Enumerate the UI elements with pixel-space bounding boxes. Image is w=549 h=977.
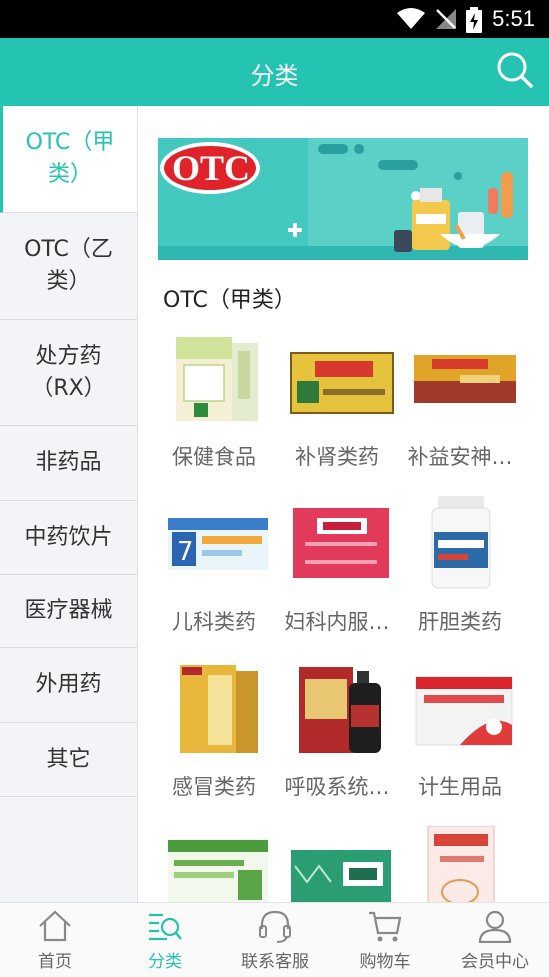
sidebar-item-label: OTC（乙类）: [24, 237, 113, 294]
nav-label: 会员中心: [461, 952, 529, 972]
status-time: 5:51: [492, 6, 535, 31]
section-title: OTC（甲类）: [163, 288, 296, 313]
sidebar-item-label: 外用药: [35, 672, 102, 697]
sidebar-item-label: 医疗器械: [24, 598, 113, 623]
product-thumbnail: [431, 496, 491, 589]
category-label: 肝胆类药: [418, 610, 502, 634]
category-sidebar: OTC（甲类） OTC（乙类） 处方药（RX） 非药品 中药饮片 医疗器械 外用…: [0, 106, 138, 902]
sidebar-item-label: OTC（甲类）: [25, 130, 115, 187]
product-thumbnail: [168, 840, 268, 902]
page-title: 分类: [250, 62, 299, 90]
nav-label: 分类: [148, 952, 182, 972]
category-label: 妇科内服…: [284, 610, 390, 634]
sidebar-item-herbal-pieces[interactable]: 中药饮片: [0, 501, 137, 575]
category-label: 补肾类药: [295, 445, 379, 469]
sidebar-item-non-drug[interactable]: 非药品: [0, 426, 137, 501]
bottom-navigation: 首页 分类 联系客服 购物车 会员中心: [0, 902, 549, 977]
status-bar: 5:51: [0, 0, 549, 38]
sidebar-item-external-medicine[interactable]: 外用药: [0, 648, 137, 723]
home-icon: [39, 910, 71, 942]
category-label: 保健食品: [172, 445, 256, 469]
otc-banner[interactable]: OTC: [158, 138, 528, 260]
category-icon: [149, 913, 182, 941]
user-icon: [478, 910, 512, 943]
nav-home[interactable]: 首页: [0, 903, 110, 977]
no-signal-icon: [436, 9, 456, 29]
nav-cart[interactable]: 购物车: [330, 903, 440, 977]
product-thumbnail: [299, 667, 381, 753]
product-thumbnail: [180, 665, 258, 753]
category-label: 呼吸系统…: [284, 775, 390, 799]
sidebar-item-label: 其它: [46, 746, 91, 772]
sidebar-item-rx[interactable]: 处方药（RX）: [0, 320, 137, 426]
headset-icon: [259, 910, 291, 943]
sidebar-item-other[interactable]: 其它: [0, 723, 137, 797]
nav-category[interactable]: 分类: [110, 903, 220, 977]
wifi-icon: [397, 8, 425, 29]
sidebar-item-otc-a[interactable]: OTC（甲类）: [0, 106, 137, 213]
app-header: 分类: [0, 38, 549, 106]
search-icon[interactable]: [495, 50, 535, 90]
product-thumbnail: [415, 676, 513, 746]
nav-label: 购物车: [359, 952, 411, 972]
product-thumbnail: [427, 826, 495, 902]
category-label: 补益安神…: [407, 445, 513, 469]
nav-label: 首页: [38, 952, 72, 972]
sidebar-item-label: 非药品: [35, 450, 102, 475]
sidebar-item-label: 处方药（RX）: [31, 343, 106, 401]
cart-icon: [369, 911, 402, 942]
category-content: OTC OTC（甲类） 保健食品 补肾类药 补益安神… 7 儿科类药 妇科内服……: [138, 106, 549, 902]
category-label: 儿科类药: [172, 610, 256, 634]
product-thumbnail: [293, 508, 389, 578]
product-thumbnail: [291, 850, 391, 902]
product-thumbnail: [290, 352, 394, 414]
product-thumbnail: [176, 337, 258, 421]
category-label: 感冒类药: [172, 775, 256, 799]
category-label: 计生用品: [418, 775, 502, 799]
banner-otc-badge: OTC: [171, 148, 250, 188]
product-thumbnail: [414, 355, 516, 403]
nav-member-center[interactable]: 会员中心: [440, 903, 549, 977]
sidebar-item-label: 中药饮片: [24, 524, 113, 550]
battery-charging-icon: [466, 7, 482, 33]
sidebar-item-medical-devices[interactable]: 医疗器械: [0, 575, 137, 648]
svg-text:7: 7: [177, 537, 194, 567]
product-thumbnail: 7: [168, 518, 268, 570]
nav-label: 联系客服: [241, 952, 309, 972]
nav-customer-service[interactable]: 联系客服: [220, 903, 330, 977]
sidebar-item-otc-b[interactable]: OTC（乙类）: [0, 213, 137, 320]
